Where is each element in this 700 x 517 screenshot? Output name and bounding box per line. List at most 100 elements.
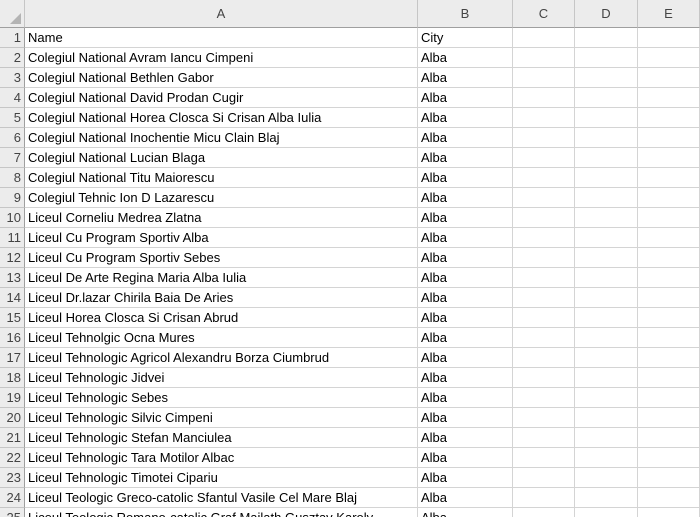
row-header[interactable]: 25: [0, 508, 25, 517]
cell-b[interactable]: Alba: [418, 488, 513, 508]
cell-e[interactable]: [638, 428, 700, 448]
cell-e[interactable]: [638, 408, 700, 428]
cell-e[interactable]: [638, 128, 700, 148]
cell-b[interactable]: Alba: [418, 128, 513, 148]
cell-d[interactable]: [575, 48, 638, 68]
cell-a[interactable]: Liceul Tehnologic Tara Motilor Albac: [25, 448, 418, 468]
cell-b[interactable]: Alba: [418, 88, 513, 108]
cell-b[interactable]: Alba: [418, 188, 513, 208]
cell-a[interactable]: Liceul Cu Program Sportiv Sebes: [25, 248, 418, 268]
cell-c[interactable]: [513, 428, 575, 448]
cell-b[interactable]: Alba: [418, 68, 513, 88]
cell-d[interactable]: [575, 108, 638, 128]
select-all-button[interactable]: [0, 0, 25, 28]
cell-c[interactable]: [513, 228, 575, 248]
cell-c[interactable]: [513, 28, 575, 48]
cell-b[interactable]: Alba: [418, 148, 513, 168]
column-header-d[interactable]: D: [575, 0, 638, 28]
row-header[interactable]: 2: [0, 48, 25, 68]
cell-a[interactable]: Liceul Tehnologic Silvic Cimpeni: [25, 408, 418, 428]
cell-b[interactable]: Alba: [418, 248, 513, 268]
cell-d[interactable]: [575, 248, 638, 268]
cell-e[interactable]: [638, 508, 700, 517]
column-header-a[interactable]: A: [25, 0, 418, 28]
cell-c[interactable]: [513, 48, 575, 68]
cell-a[interactable]: Liceul Dr.lazar Chirila Baia De Aries: [25, 288, 418, 308]
cell-a[interactable]: Colegiul National David Prodan Cugir: [25, 88, 418, 108]
cell-e[interactable]: [638, 228, 700, 248]
cell-e[interactable]: [638, 468, 700, 488]
cell-c[interactable]: [513, 448, 575, 468]
cell-c[interactable]: [513, 408, 575, 428]
column-header-b[interactable]: B: [418, 0, 513, 28]
row-header[interactable]: 8: [0, 168, 25, 188]
cell-d[interactable]: [575, 168, 638, 188]
cell-a[interactable]: Liceul Tehnolgic Ocna Mures: [25, 328, 418, 348]
cell-c[interactable]: [513, 188, 575, 208]
row-header[interactable]: 11: [0, 228, 25, 248]
row-header[interactable]: 5: [0, 108, 25, 128]
cell-e[interactable]: [638, 48, 700, 68]
cell-d[interactable]: [575, 268, 638, 288]
cell-e[interactable]: [638, 288, 700, 308]
cell-a[interactable]: Colegiul National Inochentie Micu Clain …: [25, 128, 418, 148]
cell-d[interactable]: [575, 468, 638, 488]
cell-b[interactable]: Alba: [418, 288, 513, 308]
row-header[interactable]: 9: [0, 188, 25, 208]
cell-a[interactable]: Liceul Teologic Romano-catolic Graf Majl…: [25, 508, 418, 517]
cell-a[interactable]: Colegiul National Titu Maiorescu: [25, 168, 418, 188]
cell-a[interactable]: Colegiul Tehnic Ion D Lazarescu: [25, 188, 418, 208]
cell-c[interactable]: [513, 68, 575, 88]
cell-a[interactable]: Colegiul National Bethlen Gabor: [25, 68, 418, 88]
cell-d[interactable]: [575, 328, 638, 348]
row-header[interactable]: 16: [0, 328, 25, 348]
row-header[interactable]: 4: [0, 88, 25, 108]
cell-d[interactable]: [575, 188, 638, 208]
cell-b[interactable]: Alba: [418, 308, 513, 328]
cell-e[interactable]: [638, 268, 700, 288]
cell-a[interactable]: Liceul Tehnologic Timotei Cipariu: [25, 468, 418, 488]
cell-a[interactable]: Liceul Tehnologic Sebes: [25, 388, 418, 408]
cell-e[interactable]: [638, 308, 700, 328]
cell-e[interactable]: [638, 348, 700, 368]
cell-d[interactable]: [575, 408, 638, 428]
cell-d[interactable]: [575, 288, 638, 308]
cell-c[interactable]: [513, 328, 575, 348]
cell-a[interactable]: Liceul Teologic Greco-catolic Sfantul Va…: [25, 488, 418, 508]
cell-e[interactable]: [638, 168, 700, 188]
row-header[interactable]: 14: [0, 288, 25, 308]
cell-c[interactable]: [513, 368, 575, 388]
cell-c[interactable]: [513, 308, 575, 328]
cell-c[interactable]: [513, 488, 575, 508]
row-header[interactable]: 12: [0, 248, 25, 268]
cell-a[interactable]: Liceul Cu Program Sportiv Alba: [25, 228, 418, 248]
cell-c[interactable]: [513, 148, 575, 168]
cell-b[interactable]: Alba: [418, 328, 513, 348]
cell-d[interactable]: [575, 128, 638, 148]
cell-a[interactable]: Liceul Tehnologic Agricol Alexandru Borz…: [25, 348, 418, 368]
cell-e[interactable]: [638, 68, 700, 88]
row-header[interactable]: 10: [0, 208, 25, 228]
cell-a[interactable]: Liceul De Arte Regina Maria Alba Iulia: [25, 268, 418, 288]
row-header[interactable]: 7: [0, 148, 25, 168]
cell-e[interactable]: [638, 488, 700, 508]
cell-b[interactable]: Alba: [418, 388, 513, 408]
row-header[interactable]: 1: [0, 28, 25, 48]
cell-a[interactable]: Name: [25, 28, 418, 48]
cell-d[interactable]: [575, 308, 638, 328]
cell-b[interactable]: Alba: [418, 408, 513, 428]
cell-e[interactable]: [638, 188, 700, 208]
row-header[interactable]: 17: [0, 348, 25, 368]
cell-b[interactable]: Alba: [418, 468, 513, 488]
row-header[interactable]: 23: [0, 468, 25, 488]
cell-e[interactable]: [638, 108, 700, 128]
cell-e[interactable]: [638, 248, 700, 268]
cell-d[interactable]: [575, 28, 638, 48]
cell-d[interactable]: [575, 68, 638, 88]
cell-c[interactable]: [513, 128, 575, 148]
row-header[interactable]: 19: [0, 388, 25, 408]
row-header[interactable]: 20: [0, 408, 25, 428]
cell-b[interactable]: Alba: [418, 208, 513, 228]
row-header[interactable]: 3: [0, 68, 25, 88]
cell-e[interactable]: [638, 208, 700, 228]
